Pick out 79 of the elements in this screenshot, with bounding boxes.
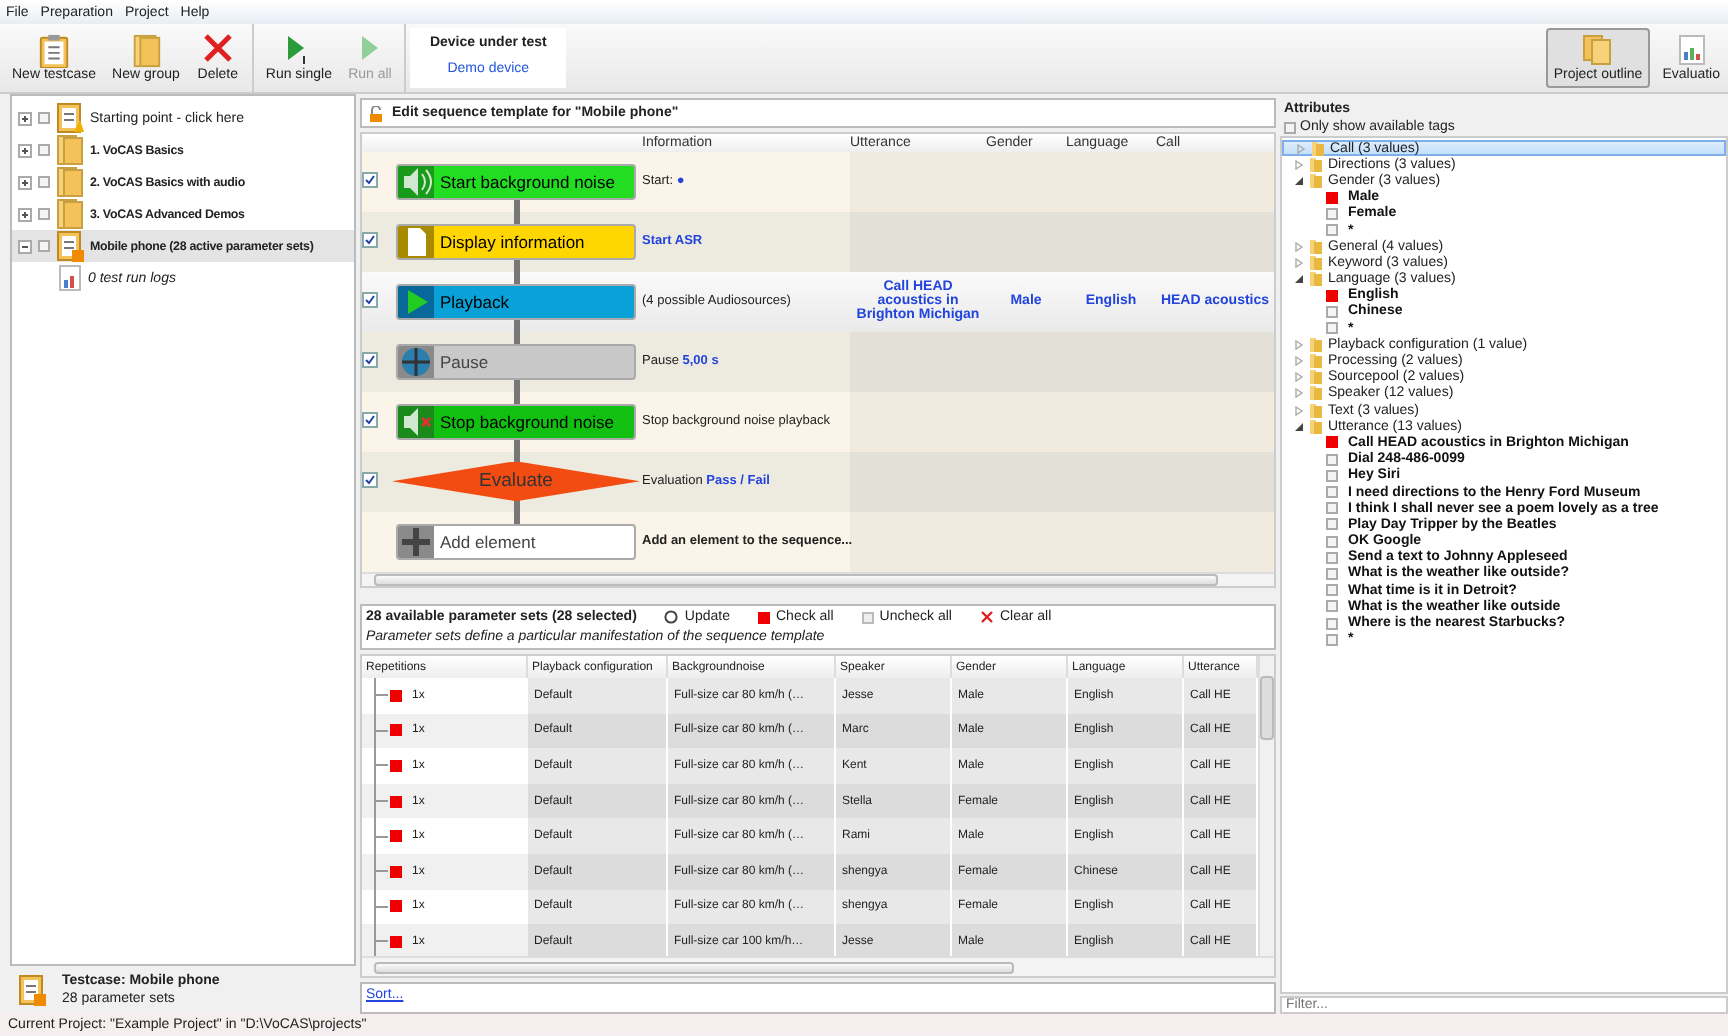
checkbox[interactable] [38,208,50,220]
checkbox[interactable] [1326,502,1338,515]
sequence-step[interactable]: Display information [396,223,636,260]
checkbox[interactable] [390,759,402,772]
checkbox[interactable] [362,231,378,248]
sequence-step[interactable]: Stop background noise [396,403,636,440]
expand-icon[interactable] [18,111,32,125]
sequence-step[interactable]: Pause [396,343,636,380]
checkbox[interactable] [1326,224,1338,237]
expand-icon[interactable] [18,143,32,157]
checkbox[interactable] [1326,600,1338,613]
folder-icon [56,134,84,166]
checkbox[interactable] [362,411,378,428]
checkbox[interactable] [1326,633,1338,646]
checkbox[interactable] [390,795,402,808]
clipboard-icon [18,974,46,1006]
checkbox[interactable] [1326,322,1338,335]
checkbox[interactable] [1326,551,1338,564]
folder-icon [129,34,162,68]
checkbox[interactable] [390,689,402,702]
checkbox[interactable] [1284,121,1296,133]
collapse-icon[interactable] [1294,421,1304,432]
checkbox[interactable] [1326,191,1338,204]
checkbox[interactable] [390,935,402,948]
collapse-icon[interactable] [1294,274,1304,285]
evaluate-step[interactable]: Evaluate [392,461,640,502]
sequence-step[interactable]: Playback [396,283,636,320]
clipboard-icon [56,230,84,262]
expand-icon[interactable] [18,207,32,221]
checkbox[interactable] [1326,535,1338,548]
report-icon [1677,34,1706,66]
clear-icon [979,610,994,624]
clipboard-icon [38,34,71,68]
documents-icon [1582,34,1615,66]
folder-icon [56,198,84,230]
checkbox[interactable] [390,724,402,737]
checkbox[interactable] [1326,518,1338,531]
checkbox[interactable] [362,351,378,368]
checkbox[interactable] [362,171,378,188]
scrollbar[interactable] [1258,656,1274,956]
checkbox[interactable] [1326,584,1338,597]
report-icon [58,264,82,292]
checkbox[interactable] [38,112,50,124]
collapse-icon[interactable] [18,239,32,253]
checkbox[interactable] [1326,207,1338,220]
checkbox[interactable] [1326,453,1338,466]
clipboard-icon [56,102,84,134]
folder-icon [56,166,84,198]
plus-icon [398,525,434,558]
checkbox[interactable] [1326,617,1338,630]
checkbox[interactable] [38,240,50,252]
speaker-icon [398,165,434,198]
checkbox[interactable] [390,830,402,843]
play-icon [357,34,382,66]
expand-icon[interactable] [18,175,32,189]
checked-icon [758,611,770,623]
page-icon [398,225,434,258]
play-icon [286,34,311,66]
checkbox[interactable] [1326,469,1338,482]
delete-icon [203,34,232,62]
checkbox[interactable] [38,144,50,156]
checkbox[interactable] [38,176,50,188]
sequence-step[interactable]: Start background noise [396,163,636,200]
checkbox[interactable] [390,900,402,913]
checkbox[interactable] [362,291,378,308]
checkbox[interactable] [1326,567,1338,580]
checkbox[interactable] [1326,305,1338,318]
checkbox[interactable] [1326,289,1338,302]
mute-icon [398,405,434,438]
play-icon [398,285,434,318]
checkbox[interactable] [1326,486,1338,499]
unchecked-icon [861,611,874,623]
collapse-icon[interactable] [1294,175,1304,186]
sequence-step[interactable]: Add element [396,523,636,560]
checkbox[interactable] [1326,436,1338,449]
circle-icon [664,610,679,624]
scrollbar[interactable] [362,956,1274,976]
checkbox[interactable] [390,865,402,878]
checkbox[interactable] [362,471,378,488]
